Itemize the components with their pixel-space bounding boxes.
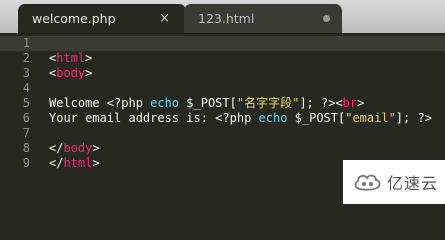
code-token: </	[49, 141, 64, 155]
tab-label: welcome.php	[32, 11, 116, 26]
code-line[interactable]: 2 <html>	[0, 51, 445, 66]
watermark-text: 亿速云	[387, 174, 439, 193]
line-number: 4	[22, 81, 30, 95]
code-text: Welcome <?php echo $_POST["名字字段"]; ?><br…	[49, 96, 364, 111]
tab-bar: welcome.php × 123.html	[0, 0, 445, 34]
code-text: </body>	[49, 141, 100, 156]
code-line[interactable]: 4	[0, 81, 445, 96]
code-token: br	[342, 96, 358, 110]
code-token: >	[92, 156, 100, 170]
code-text: <body>	[49, 66, 92, 81]
code-token: Your email address is: <?php	[49, 111, 259, 125]
tab-label: 123.html	[198, 11, 255, 26]
line-number: 6	[22, 111, 30, 125]
code-line[interactable]: 8 </body>	[0, 141, 445, 156]
code-text: Your email address is: <?php echo $_POST…	[49, 111, 432, 126]
line-number: 5	[22, 96, 30, 110]
code-token: ]; ?><	[299, 96, 343, 110]
code-token: "名字字段"	[236, 96, 300, 110]
code-token: html	[63, 156, 93, 170]
code-text: </html>	[49, 156, 100, 171]
code-token: >	[357, 96, 365, 110]
code-token: >	[85, 66, 93, 80]
code-token: Welcome <?php	[49, 96, 151, 110]
cloud-logo-icon	[354, 174, 381, 191]
line-number: 2	[22, 51, 30, 65]
code-token: >	[92, 141, 100, 155]
code-line[interactable]: 5 Welcome <?php echo $_POST["名字字段"]; ?><b…	[0, 96, 445, 111]
code-token: echo	[258, 111, 288, 125]
unsaved-dot-icon[interactable]	[323, 15, 330, 22]
line-number: 1	[22, 36, 30, 50]
line-number: 7	[22, 126, 30, 140]
code-text: <html>	[49, 51, 92, 66]
code-token: </	[49, 156, 64, 170]
watermark: 亿速云	[343, 160, 445, 204]
code-token: body	[63, 141, 93, 155]
code-line[interactable]: 7	[0, 126, 445, 141]
code-token: "email"	[345, 111, 396, 125]
close-icon[interactable]: ×	[159, 11, 170, 26]
code-line[interactable]: 6 Your email address is: <?php echo $_POS…	[0, 111, 445, 126]
tab-welcome-php[interactable]: welcome.php ×	[18, 4, 186, 33]
code-token: ]; ?>	[395, 111, 432, 125]
code-token: $_POST[	[179, 96, 237, 110]
code-line[interactable]: 3 <body>	[0, 66, 445, 81]
line-number: 9	[22, 156, 30, 170]
code-token: $_POST[	[287, 111, 346, 125]
code-token: echo	[150, 96, 180, 110]
code-token: html	[56, 51, 86, 65]
code-token: >	[85, 51, 93, 65]
tab-123-html[interactable]: 123.html	[184, 4, 342, 33]
code-token: body	[56, 66, 86, 80]
code-line[interactable]: 1	[0, 36, 445, 51]
line-number: 8	[22, 141, 30, 155]
line-number: 3	[22, 66, 30, 80]
